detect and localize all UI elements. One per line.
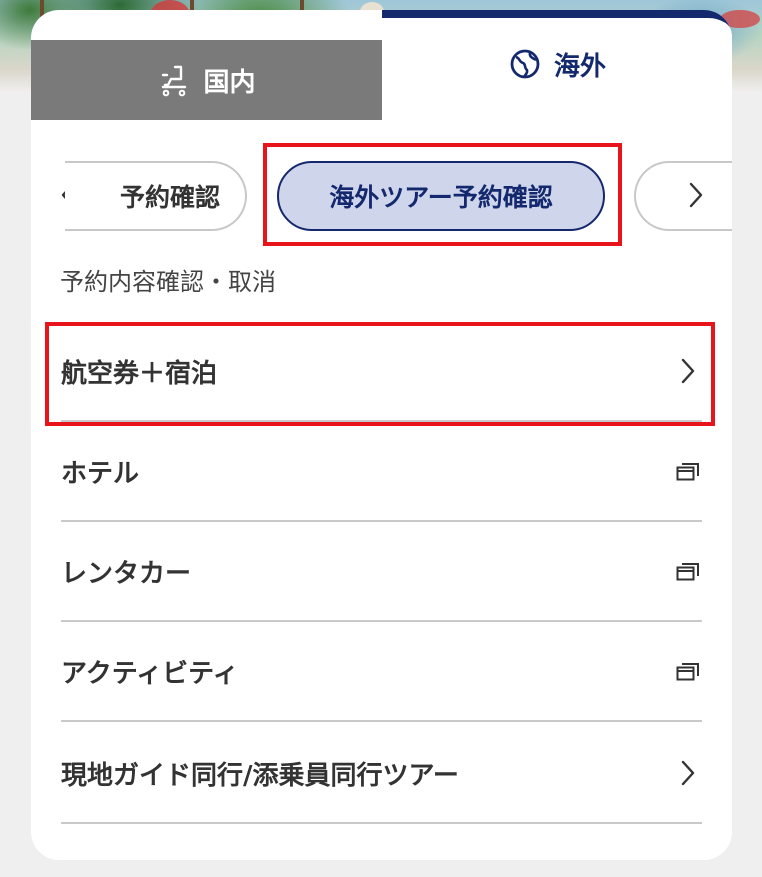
- menu-item-label: 航空券＋宿泊: [61, 358, 218, 389]
- booking-card: 国内 海外 予約確認 海外ツアー予約確認 予約内容確認・取消 航空券＋宿泊 ホテ…: [31, 10, 732, 860]
- chevron-right-icon: [689, 182, 703, 208]
- external-window-icon: [674, 457, 702, 485]
- chip-overseas-tour-reservation-check[interactable]: 海外ツアー予約確認: [277, 161, 605, 231]
- menu-item-label: ホテル: [61, 458, 140, 489]
- chevron-right-icon: [674, 357, 702, 385]
- menu-item-hotel[interactable]: ホテル: [61, 422, 702, 522]
- globe-icon: [510, 49, 540, 79]
- chip-label: 予約確認: [119, 183, 220, 212]
- menu-item-label: アクティビティ: [61, 658, 239, 689]
- airline-seat-icon: [162, 65, 187, 97]
- menu-item-label: レンタカー: [61, 558, 192, 589]
- carousel-next-button[interactable]: [683, 178, 709, 212]
- section-label: 予約内容確認・取消: [60, 268, 276, 296]
- tab-domestic[interactable]: 国内: [31, 40, 382, 120]
- menu-item-activity[interactable]: アクティビティ: [61, 622, 702, 722]
- chevron-right-icon: [674, 759, 702, 787]
- external-window-icon: [674, 557, 702, 585]
- tab-domestic-label: 国内: [203, 67, 256, 98]
- menu-item-guided-tour[interactable]: 現地ガイド同行/添乗員同行ツアー: [61, 724, 702, 824]
- tab-overseas[interactable]: 海外: [382, 10, 732, 120]
- menu-item-label: 現地ガイド同行/添乗員同行ツアー: [61, 760, 459, 791]
- chip-reservation-check[interactable]: 予約確認: [65, 161, 247, 231]
- tab-overseas-label: 海外: [553, 51, 606, 82]
- external-window-icon: [674, 657, 702, 685]
- menu-item-flight-hotel[interactable]: 航空券＋宿泊: [61, 322, 702, 422]
- chip-label: 海外ツアー予約確認: [329, 183, 553, 212]
- menu-item-rental-car[interactable]: レンタカー: [61, 522, 702, 622]
